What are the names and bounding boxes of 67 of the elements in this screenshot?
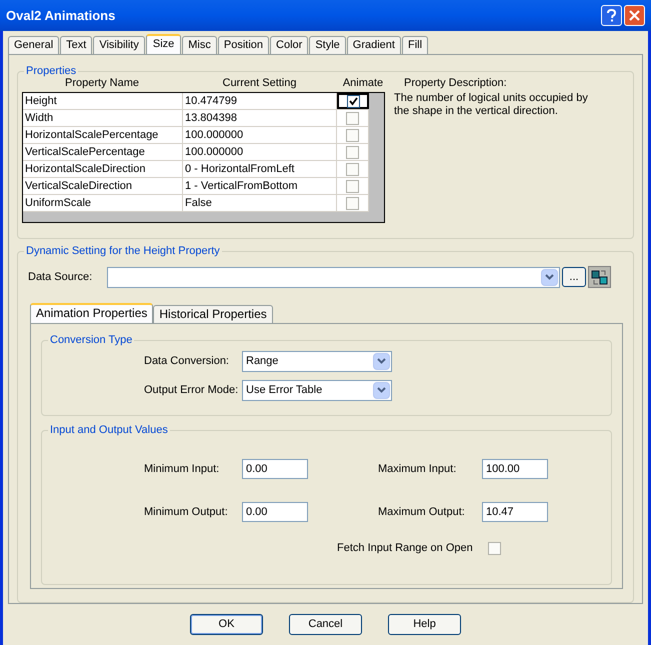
property-name-cell[interactable]: Height xyxy=(23,93,183,109)
input-field[interactable]: 0.00 xyxy=(242,459,308,479)
property-name-cell[interactable]: HorizontalScaleDirection xyxy=(23,161,183,177)
column-header: Current Setting xyxy=(222,76,298,92)
field-label: Maximum Output: xyxy=(377,504,466,520)
tab[interactable]: Position xyxy=(218,36,270,54)
dialog-button[interactable]: Help xyxy=(388,614,461,635)
animate-checkbox[interactable] xyxy=(346,146,359,158)
property-name-cell[interactable]: HorizontalScalePercentage xyxy=(23,127,183,143)
tab[interactable]: Gradient xyxy=(346,36,401,54)
field-label: Output Error Mode: xyxy=(143,382,240,398)
animate-checkbox[interactable] xyxy=(346,180,359,192)
property-value-cell[interactable]: False xyxy=(183,195,337,211)
animate-checkbox[interactable] xyxy=(346,94,360,108)
group-title: Input and Output Values xyxy=(48,423,170,437)
group-title: Conversion Type xyxy=(48,333,134,347)
input-field[interactable]: 100.00 xyxy=(482,459,548,479)
input-field[interactable]: 10.47 xyxy=(482,502,548,522)
property-value-cell[interactable]: 100.000000 xyxy=(183,144,337,160)
tab[interactable]: Fill xyxy=(402,36,428,54)
fetch-label: Fetch Input Range on Open xyxy=(337,541,473,556)
tab[interactable]: Misc xyxy=(182,36,217,54)
property-value-cell[interactable]: 100.000000 xyxy=(183,127,337,143)
dropdown-field[interactable]: Use Error Table xyxy=(242,380,392,400)
property-name-cell[interactable]: VerticalScaleDirection xyxy=(23,178,183,194)
tab[interactable]: Color xyxy=(270,36,308,54)
tab[interactable]: Animation Properties xyxy=(30,303,154,323)
browse-button[interactable]: ... xyxy=(562,267,586,287)
property-value-cell[interactable]: 1 - VerticalFromBottom xyxy=(183,178,337,194)
field-label: Minimum Input: xyxy=(143,462,220,477)
group-title: Properties xyxy=(24,64,78,78)
property-name-cell[interactable]: Width xyxy=(23,110,183,126)
property-name-cell[interactable]: VerticalScalePercentage xyxy=(23,144,183,160)
dialog-button[interactable]: OK xyxy=(190,614,263,635)
tab[interactable]: Historical Properties xyxy=(153,305,273,323)
property-description: The number of logical units occupied by the shape in the vertical direction. xyxy=(394,92,589,118)
group-title: Dynamic Setting for the Height Property xyxy=(24,244,222,258)
tag-browser-icon[interactable] xyxy=(588,266,611,288)
property-name-cell[interactable]: UniformScale xyxy=(23,195,183,211)
description-label: Property Description: xyxy=(403,76,508,91)
close-icon[interactable] xyxy=(624,5,645,26)
data-source-label: Data Source: xyxy=(28,270,94,285)
tab[interactable]: Style xyxy=(309,36,346,54)
tab[interactable]: Size xyxy=(146,34,182,54)
input-field[interactable]: 0.00 xyxy=(242,502,308,522)
property-value-cell[interactable]: 13.804398 xyxy=(183,110,337,126)
field-label: Data Conversion: xyxy=(143,354,230,369)
dialog-button[interactable]: Cancel xyxy=(289,614,362,635)
column-header: Property Name xyxy=(64,76,140,92)
tab[interactable]: General xyxy=(8,36,60,54)
checkmark-icon xyxy=(348,96,358,106)
property-value-cell[interactable]: 10.474799 xyxy=(183,93,337,109)
tab[interactable]: Text xyxy=(60,36,92,54)
fetch-checkbox[interactable] xyxy=(488,542,501,555)
field-label: Minimum Output: xyxy=(143,504,229,520)
window-title: Oval2 Animations xyxy=(6,6,116,25)
property-value-cell[interactable]: 0 - HorizontalFromLeft xyxy=(183,161,337,177)
animate-checkbox[interactable] xyxy=(346,128,359,142)
animate-checkbox[interactable] xyxy=(346,112,359,124)
field-label: Maximum Input: xyxy=(377,462,458,477)
tab[interactable]: Visibility xyxy=(93,36,145,54)
help-icon[interactable] xyxy=(601,5,622,26)
column-header: Animate xyxy=(342,76,384,92)
animate-checkbox[interactable] xyxy=(346,162,359,176)
animate-checkbox[interactable] xyxy=(346,196,359,210)
data-source-field[interactable] xyxy=(107,266,560,288)
dropdown-field[interactable]: Range xyxy=(242,350,392,372)
